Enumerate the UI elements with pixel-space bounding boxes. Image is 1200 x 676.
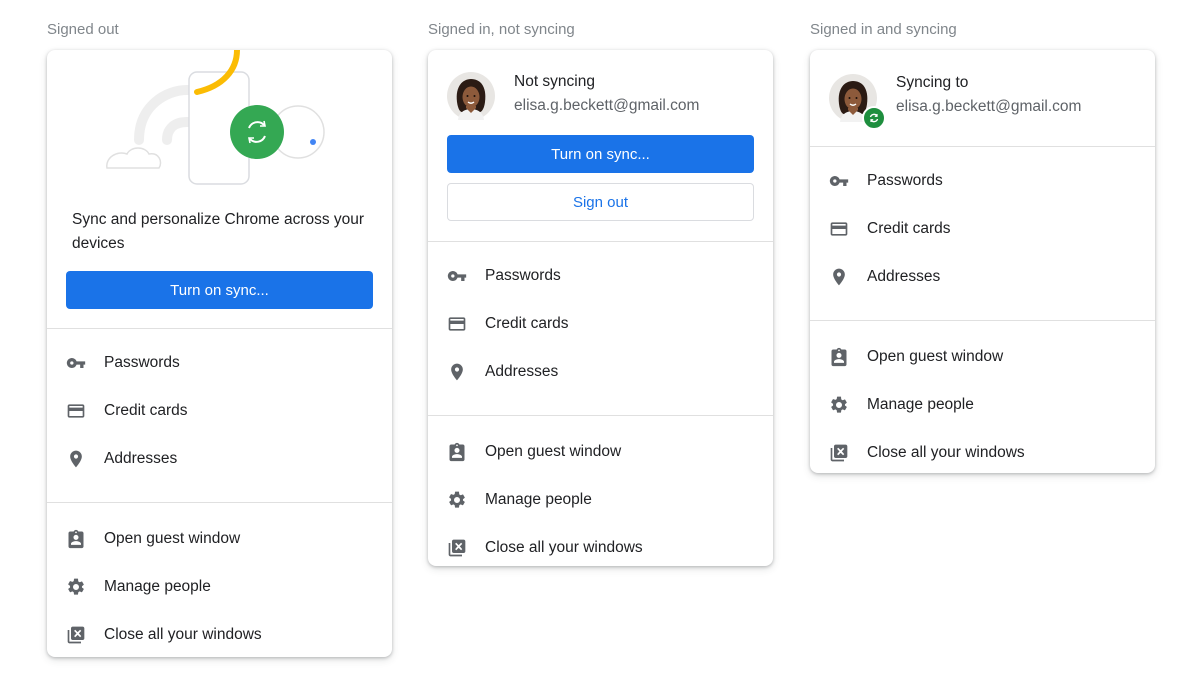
menu-item-label: Credit cards (485, 315, 569, 332)
menu-item-label: Addresses (867, 268, 941, 285)
autofill-section: Passwords Credit cards Addresses (428, 242, 773, 396)
avatar (829, 74, 886, 130)
sign-out-button[interactable]: Sign out (447, 183, 754, 221)
credit-card-icon (66, 401, 86, 421)
actions-section: Open guest window Manage people Close al… (810, 321, 1155, 473)
credit-card-icon (447, 314, 467, 334)
close-windows-icon (829, 443, 849, 463)
guest-badge-icon (447, 442, 467, 462)
gear-icon (66, 577, 86, 597)
close-windows-icon (66, 625, 86, 645)
key-icon (829, 171, 849, 191)
location-pin-icon (447, 362, 467, 382)
menu-item-manage-people[interactable]: Manage people (66, 563, 392, 611)
menu-item-close-all-windows[interactable]: Close all your windows (66, 611, 392, 657)
avatar (447, 72, 495, 120)
column-label-signed-out: Signed out (47, 21, 119, 38)
menu-item-close-all-windows[interactable]: Close all your windows (447, 524, 773, 566)
menu-item-manage-people[interactable]: Manage people (447, 476, 773, 524)
account-sync-status: Not syncing (514, 73, 595, 90)
actions-section: Open guest window Manage people Close al… (47, 503, 392, 657)
menu-item-manage-people[interactable]: Manage people (829, 381, 1155, 429)
sync-badge-icon (862, 106, 886, 130)
menu-item-label: Open guest window (867, 348, 1004, 365)
close-windows-icon (447, 538, 467, 558)
profile-menu-syncing: Syncing to elisa.g.beckett@gmail.com Pas… (810, 50, 1155, 473)
key-icon (66, 353, 86, 373)
autofill-section: Passwords Credit cards Addresses (810, 147, 1155, 301)
menu-item-addresses[interactable]: Addresses (829, 253, 1155, 301)
key-icon (447, 266, 467, 286)
location-pin-icon (829, 267, 849, 287)
account-email: elisa.g.beckett@gmail.com (514, 97, 700, 114)
menu-item-label: Manage people (104, 578, 211, 595)
menu-item-label: Credit cards (867, 220, 951, 237)
profile-menu-signed-out: Sync and personalize Chrome across your … (47, 50, 392, 657)
gear-icon (447, 490, 467, 510)
autofill-section: Passwords Credit cards Addresses (47, 329, 392, 483)
menu-item-label: Passwords (485, 267, 561, 284)
menu-item-label: Addresses (104, 450, 178, 467)
menu-item-passwords[interactable]: Passwords (829, 157, 1155, 205)
menu-item-label: Close all your windows (867, 444, 1025, 461)
guest-badge-icon (66, 529, 86, 549)
menu-item-label: Passwords (867, 172, 943, 189)
menu-item-credit-cards[interactable]: Credit cards (66, 387, 392, 435)
column-label-signed-in-not-syncing: Signed in, not syncing (428, 21, 575, 38)
sync-promo-text: Sync and personalize Chrome across your … (72, 211, 365, 252)
menu-item-close-all-windows[interactable]: Close all your windows (829, 429, 1155, 473)
account-email: elisa.g.beckett@gmail.com (896, 98, 1082, 115)
turn-on-sync-button[interactable]: Turn on sync... (66, 271, 373, 309)
credit-card-icon (829, 219, 849, 239)
menu-item-credit-cards[interactable]: Credit cards (829, 205, 1155, 253)
menu-item-label: Close all your windows (104, 626, 262, 643)
menu-item-passwords[interactable]: Passwords (66, 339, 392, 387)
menu-item-label: Credit cards (104, 402, 188, 419)
menu-item-label: Open guest window (485, 443, 622, 460)
menu-item-open-guest-window[interactable]: Open guest window (66, 515, 392, 563)
menu-item-label: Addresses (485, 363, 559, 380)
account-sync-status: Syncing to (896, 74, 969, 91)
menu-item-label: Manage people (485, 491, 592, 508)
guest-badge-icon (829, 347, 849, 367)
profile-menu-not-syncing: Not syncing elisa.g.beckett@gmail.com Tu… (428, 50, 773, 566)
menu-item-addresses[interactable]: Addresses (66, 435, 392, 483)
sync-illustration (47, 50, 392, 190)
column-label-signed-in-syncing: Signed in and syncing (810, 21, 957, 38)
menu-item-credit-cards[interactable]: Credit cards (447, 300, 773, 348)
menu-item-label: Close all your windows (485, 539, 643, 556)
actions-section: Open guest window Manage people Close al… (428, 416, 773, 566)
turn-on-sync-button[interactable]: Turn on sync... (447, 135, 754, 173)
menu-item-open-guest-window[interactable]: Open guest window (447, 428, 773, 476)
menu-item-addresses[interactable]: Addresses (447, 348, 773, 396)
menu-item-passwords[interactable]: Passwords (447, 252, 773, 300)
menu-item-label: Passwords (104, 354, 180, 371)
gear-icon (829, 395, 849, 415)
menu-item-label: Manage people (867, 396, 974, 413)
menu-item-open-guest-window[interactable]: Open guest window (829, 333, 1155, 381)
menu-item-label: Open guest window (104, 530, 241, 547)
location-pin-icon (66, 449, 86, 469)
